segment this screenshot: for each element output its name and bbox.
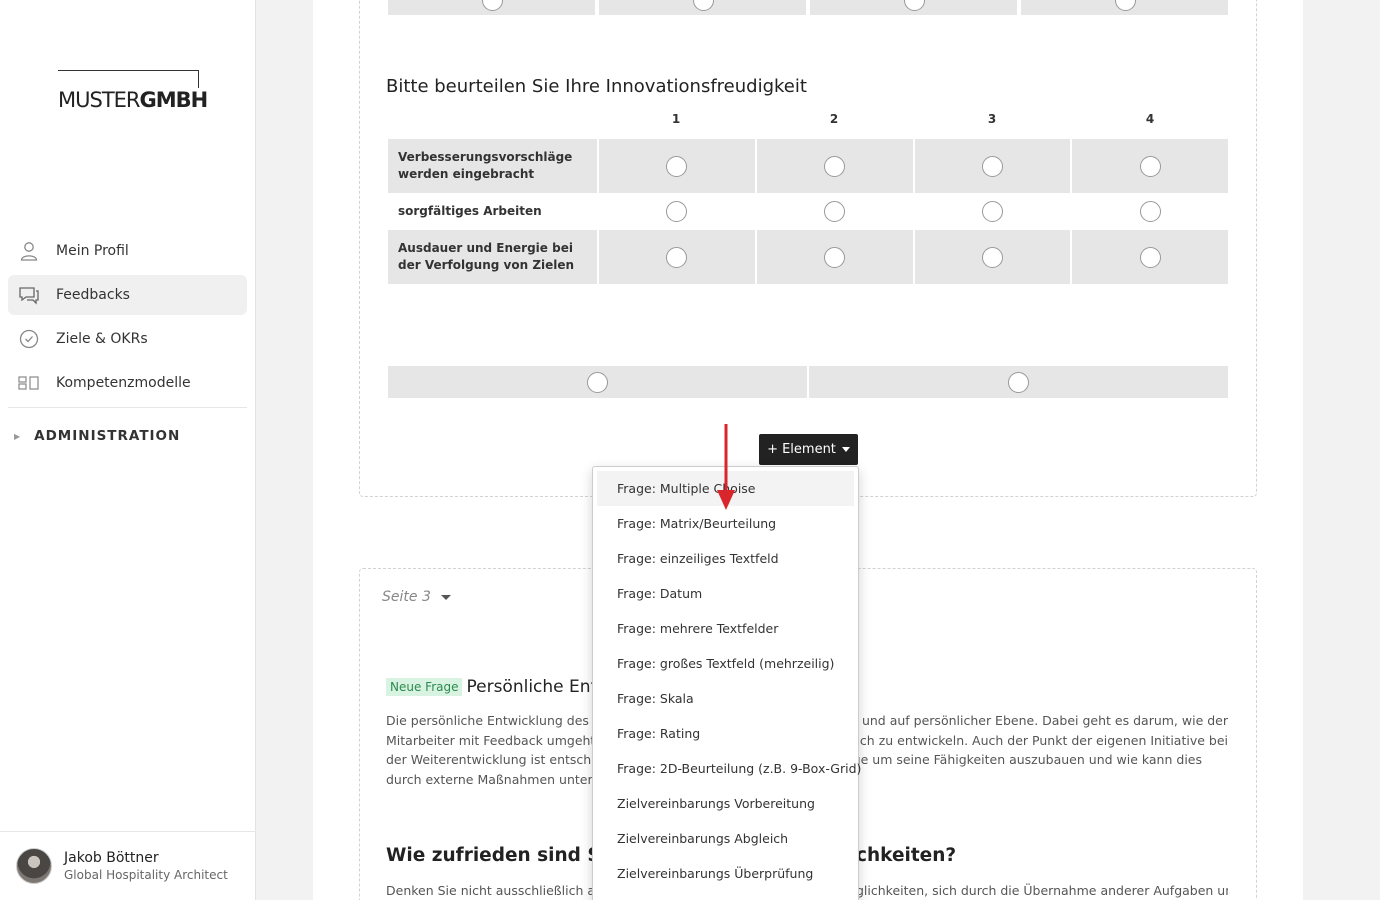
new-question-badge: Neue Frage bbox=[386, 678, 463, 696]
menu-item-skala[interactable]: Frage: Skala bbox=[597, 681, 854, 716]
description-line: Die persönliche Entwicklung des Mi bbox=[386, 713, 608, 728]
question-title-part: Wie zufrieden sind Sie bbox=[386, 845, 620, 866]
two-option-row bbox=[388, 366, 1228, 398]
new-question-heading: Neue Frage Persönliche Entw bbox=[386, 677, 611, 697]
description-line: Denken Sie nicht ausschließlich an Tr bbox=[386, 883, 618, 898]
radio-button[interactable] bbox=[666, 155, 688, 177]
radio-button[interactable] bbox=[1008, 371, 1029, 393]
chat-icon bbox=[18, 284, 40, 306]
radio-button[interactable] bbox=[903, 0, 925, 11]
description-line: Mitarbeiter mit Feedback umgeht u bbox=[386, 732, 608, 748]
user-profile[interactable]: Jakob Böttner Global Hospitality Archite… bbox=[16, 848, 228, 884]
sidebar-item-label: Kompetenzmodelle bbox=[56, 375, 191, 391]
matrix-column-header: 2 bbox=[829, 112, 839, 126]
caret-down-icon bbox=[841, 447, 850, 452]
divider bbox=[0, 831, 256, 832]
menu-item-zv-abgleich[interactable]: Zielvereinbarungs Abgleich bbox=[597, 821, 854, 856]
sidebar-item-label: Feedbacks bbox=[56, 287, 130, 303]
caret-down-icon bbox=[440, 594, 451, 600]
partial-matrix-row bbox=[388, 0, 1228, 15]
radio-button[interactable] bbox=[981, 155, 1003, 177]
avatar bbox=[16, 848, 52, 884]
menu-item-rating[interactable]: Frage: Rating bbox=[597, 716, 854, 751]
page-selector[interactable]: Seite 3 bbox=[382, 589, 451, 605]
sidebar-nav: Mein Profil Feedbacks Ziele & OKRs Kompe… bbox=[8, 231, 247, 407]
radio-button[interactable] bbox=[1139, 246, 1161, 268]
menu-item-multiple-choice[interactable]: Frage: Multiple Choise bbox=[597, 471, 854, 506]
description-line: enige um seine Fähigkeiten auszubauen un… bbox=[833, 752, 1202, 767]
radio-button[interactable] bbox=[981, 246, 1003, 268]
matrix-column-header: 4 bbox=[1145, 112, 1155, 126]
description-line: cher und auf persönlicher Ebene. Dabei g… bbox=[830, 713, 1228, 728]
matrix-row: Verbesserungsvorschläge wer­den eingebra… bbox=[388, 139, 1228, 193]
menu-item-matrix[interactable]: Frage: Matrix/Beurteilung bbox=[597, 506, 854, 541]
matrix-row-label: Ausdauer und Energie bei der Verfolgung … bbox=[388, 230, 597, 284]
user-role: Global Hospitality Architect bbox=[64, 868, 228, 882]
logo-text-light: MUSTER bbox=[58, 88, 141, 112]
check-circle-icon bbox=[18, 328, 40, 350]
matrix-column-header: 1 bbox=[671, 112, 681, 126]
administration-toggle[interactable]: ▶ ADMINISTRATION bbox=[14, 428, 180, 444]
sidebar-item-feedbacks[interactable]: Feedbacks bbox=[8, 275, 247, 315]
matrix-column-header: 3 bbox=[987, 112, 997, 126]
sidebar-item-label: Mein Profil bbox=[56, 243, 129, 259]
page-label: Seite 3 bbox=[382, 589, 431, 605]
radio-button[interactable] bbox=[666, 201, 688, 222]
divider bbox=[8, 407, 247, 408]
menu-item-mehrere-textfelder[interactable]: Frage: mehrere Textfelder bbox=[597, 611, 854, 646]
radio-button[interactable] bbox=[1139, 155, 1161, 177]
sidebar: MUSTERGMBH Mein Profil Feedbacks Ziele &… bbox=[0, 0, 256, 900]
matrix-row: sorgfältiges Arbeiten bbox=[388, 193, 1228, 230]
radio-button[interactable] bbox=[666, 246, 688, 268]
sidebar-item-ziele[interactable]: Ziele & OKRs bbox=[8, 319, 247, 359]
menu-item-zv-vorbereitung[interactable]: Zielvereinbarungs Vorbereitung bbox=[597, 786, 854, 821]
radio-button[interactable] bbox=[1139, 201, 1161, 222]
radio-button[interactable] bbox=[824, 155, 846, 177]
question-title-part: chkeiten? bbox=[856, 845, 957, 866]
matrix-row: Ausdauer und Energie bei der Verfolgung … bbox=[388, 230, 1228, 284]
radio-button[interactable] bbox=[824, 246, 846, 268]
question-title: Persönliche Entw bbox=[466, 677, 612, 697]
company-logo[interactable]: MUSTERGMBH bbox=[58, 70, 210, 112]
model-icon bbox=[18, 372, 40, 394]
radio-button[interactable] bbox=[1114, 0, 1136, 11]
question-title-2: Wie zufrieden sind Sie chkeiten? bbox=[386, 845, 956, 866]
element-dropdown-menu: Frage: Multiple Choise Frage: Matrix/Beu… bbox=[592, 466, 861, 900]
menu-item-grosses-textfeld[interactable]: Frage: großes Textfeld (mehrzeilig) bbox=[597, 646, 854, 681]
radio-button[interactable] bbox=[981, 201, 1003, 222]
description-line: der Weiterentwicklung ist entscheid bbox=[386, 752, 611, 767]
radio-button[interactable] bbox=[481, 0, 503, 11]
radio-button[interactable] bbox=[824, 201, 846, 222]
menu-item-einzeiliges-textfeld[interactable]: Frage: einzeiliges Textfeld bbox=[597, 541, 854, 576]
administration-label: ADMINISTRATION bbox=[34, 428, 181, 444]
question-title: Bitte beurteilen Sie Ihre Innovationsfre… bbox=[386, 76, 807, 97]
menu-item-datum[interactable]: Frage: Datum bbox=[597, 576, 854, 611]
sidebar-item-label: Ziele & OKRs bbox=[56, 331, 148, 347]
radio-button[interactable] bbox=[587, 371, 608, 393]
sidebar-item-kompetenzmodelle[interactable]: Kompetenzmodelle bbox=[8, 363, 247, 403]
matrix-row-label: Verbesserungsvorschläge wer­den eingebra… bbox=[388, 139, 597, 193]
sidebar-item-mein-profil[interactable]: Mein Profil bbox=[8, 231, 247, 271]
matrix-row-label: sorgfältiges Arbeiten bbox=[398, 204, 542, 218]
menu-item-2d-beurteilung[interactable]: Frage: 2D-Beurteilung (z.B. 9-Box-Grid) bbox=[597, 751, 861, 786]
add-element-label: + Element bbox=[767, 442, 836, 457]
user-icon bbox=[18, 240, 40, 262]
triangle-right-icon: ▶ bbox=[14, 431, 21, 441]
radio-button[interactable] bbox=[692, 0, 714, 11]
user-name: Jakob Böttner bbox=[64, 850, 159, 866]
description-line: nd sich zu entwickeln. Auch der Punkt de… bbox=[830, 732, 1228, 748]
menu-item-zv-ueberpruefung[interactable]: Zielvereinbarungs Überprüfung bbox=[597, 856, 854, 891]
description-line: glichkeiten, sich durch die Übernahme an… bbox=[856, 883, 1228, 898]
logo-text-bold: GMBH bbox=[139, 88, 209, 112]
add-element-button[interactable]: + Element bbox=[759, 434, 858, 465]
description-line: durch externe Maßnahmen unters bbox=[386, 771, 600, 787]
